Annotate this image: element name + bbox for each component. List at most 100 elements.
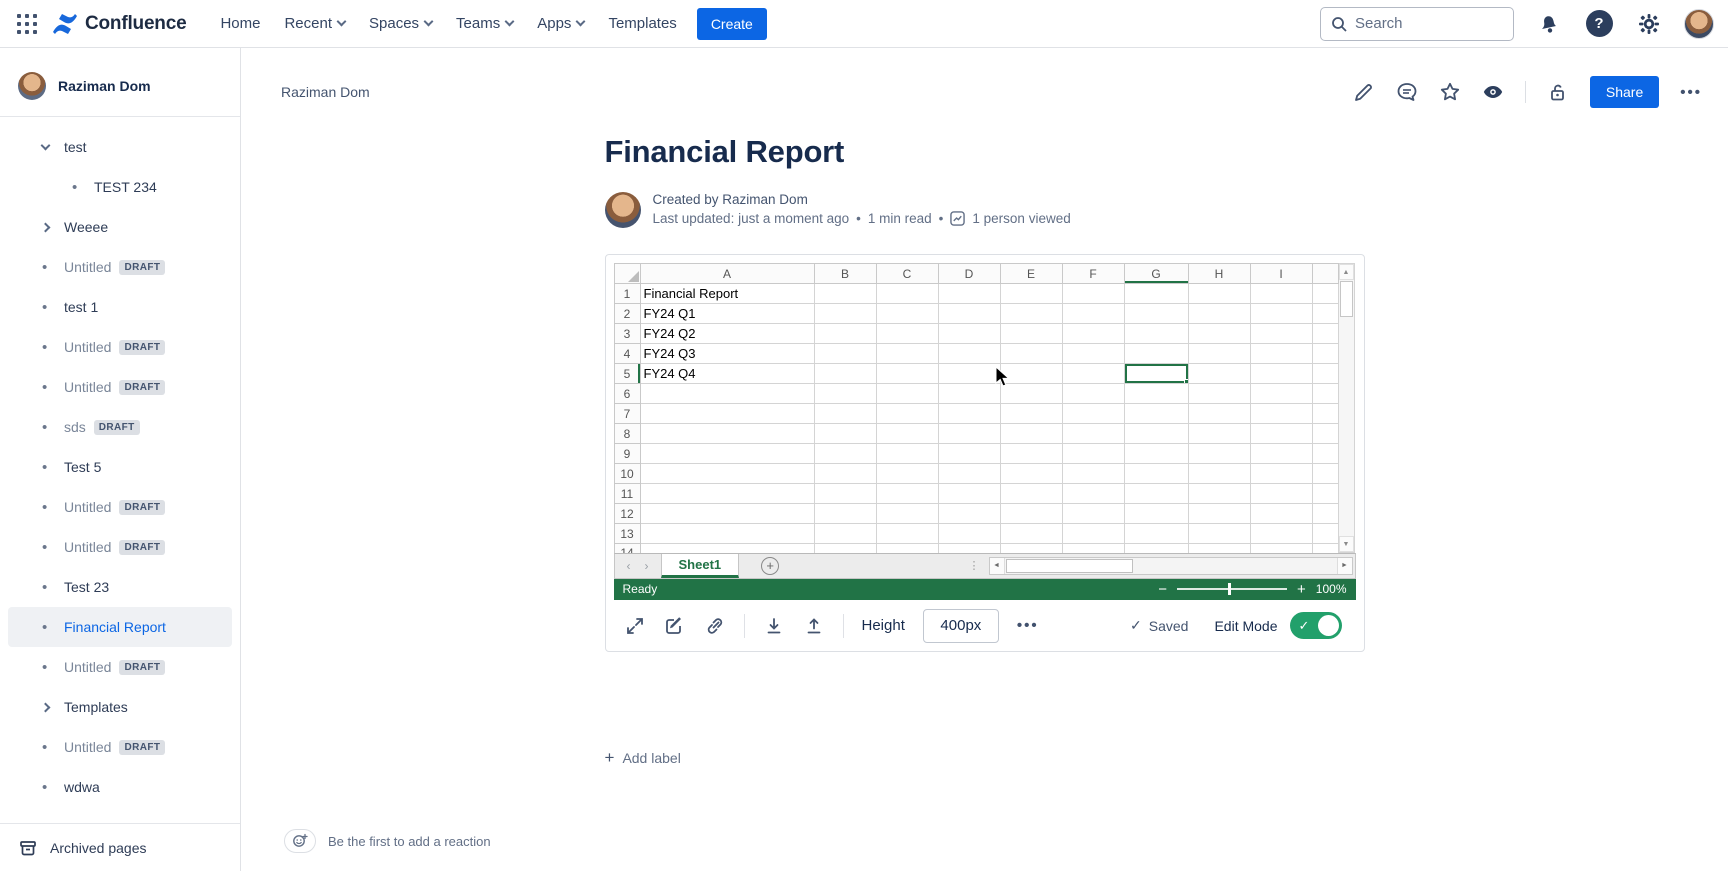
nav-item-apps[interactable]: Apps xyxy=(527,9,594,38)
nav-item-recent[interactable]: Recent xyxy=(274,9,355,38)
cell-E1[interactable] xyxy=(1000,284,1062,304)
cell-partial[interactable] xyxy=(1312,464,1338,484)
cell-I13[interactable] xyxy=(1250,524,1312,544)
cell-D2[interactable] xyxy=(938,304,1000,324)
cell-F2[interactable] xyxy=(1062,304,1124,324)
cell-D4[interactable] xyxy=(938,344,1000,364)
cell-G2[interactable] xyxy=(1124,304,1188,324)
cell-C13[interactable] xyxy=(876,524,938,544)
cell-I5[interactable] xyxy=(1250,364,1312,384)
add-sheet-icon[interactable]: + xyxy=(761,557,779,575)
sidebar-item-test[interactable]: test xyxy=(8,127,232,167)
zoom-out-icon[interactable]: − xyxy=(1158,582,1167,597)
chevron-right-icon[interactable] xyxy=(41,702,51,712)
cell-A13[interactable] xyxy=(640,524,814,544)
cell-I12[interactable] xyxy=(1250,504,1312,524)
cell-C4[interactable] xyxy=(876,344,938,364)
cell-D1[interactable] xyxy=(938,284,1000,304)
row-header-6[interactable]: 6 xyxy=(614,384,640,404)
cell-D13[interactable] xyxy=(938,524,1000,544)
cell-B5[interactable] xyxy=(814,364,876,384)
settings-icon[interactable] xyxy=(1634,9,1664,39)
cell-partial[interactable] xyxy=(1312,304,1338,324)
edit-file-icon[interactable] xyxy=(664,615,686,637)
row-header-5[interactable]: 5 xyxy=(614,364,640,384)
cell-F11[interactable] xyxy=(1062,484,1124,504)
cell-H4[interactable] xyxy=(1188,344,1250,364)
create-button[interactable]: Create xyxy=(697,8,767,40)
expand-icon[interactable] xyxy=(624,615,646,637)
cell-B11[interactable] xyxy=(814,484,876,504)
cell-D11[interactable] xyxy=(938,484,1000,504)
cell-C1[interactable] xyxy=(876,284,938,304)
cell-E12[interactable] xyxy=(1000,504,1062,524)
cell-E7[interactable] xyxy=(1000,404,1062,424)
scroll-right-icon[interactable]: ► xyxy=(1337,558,1352,574)
row-header-9[interactable]: 9 xyxy=(614,444,640,464)
edit-mode-toggle[interactable]: ✓ xyxy=(1290,612,1342,639)
nav-item-teams[interactable]: Teams xyxy=(446,9,523,38)
cell-A8[interactable] xyxy=(640,424,814,444)
cell-G5[interactable] xyxy=(1124,364,1188,384)
more-actions-icon[interactable]: ••• xyxy=(1680,84,1702,101)
created-by[interactable]: Created by Raziman Dom xyxy=(653,192,1071,207)
scroll-up-icon[interactable]: ▲ xyxy=(1339,264,1354,280)
cell-I8[interactable] xyxy=(1250,424,1312,444)
column-header-E[interactable]: E xyxy=(1000,264,1062,284)
cell-C5[interactable] xyxy=(876,364,938,384)
cell-F9[interactable] xyxy=(1062,444,1124,464)
cell-F1[interactable] xyxy=(1062,284,1124,304)
zoom-slider[interactable] xyxy=(1177,588,1287,590)
cell-I4[interactable] xyxy=(1250,344,1312,364)
cell-E13[interactable] xyxy=(1000,524,1062,544)
cell-partial[interactable] xyxy=(1312,424,1338,444)
embed-more-icon[interactable]: ••• xyxy=(1017,617,1039,634)
cell-C8[interactable] xyxy=(876,424,938,444)
cell-D12[interactable] xyxy=(938,504,1000,524)
add-reaction-icon[interactable] xyxy=(284,829,316,853)
cell-E6[interactable] xyxy=(1000,384,1062,404)
cell-B13[interactable] xyxy=(814,524,876,544)
row-header-13[interactable]: 13 xyxy=(614,524,640,544)
cell-F12[interactable] xyxy=(1062,504,1124,524)
last-updated[interactable]: Last updated: just a moment ago xyxy=(653,211,850,226)
column-header-A[interactable]: A xyxy=(640,264,814,284)
column-header-B[interactable]: B xyxy=(814,264,876,284)
fill-handle[interactable] xyxy=(1184,379,1189,384)
sidebar-item-financial-report[interactable]: •Financial Report xyxy=(8,607,232,647)
cell-partial[interactable] xyxy=(1312,284,1338,304)
cell-E5[interactable] xyxy=(1000,364,1062,384)
cell-partial[interactable] xyxy=(1312,364,1338,384)
cell-A11[interactable] xyxy=(640,484,814,504)
cell-A5[interactable]: FY24 Q4 xyxy=(640,364,814,384)
select-all-corner[interactable] xyxy=(614,264,640,284)
unlock-icon[interactable] xyxy=(1547,81,1569,103)
cell-partial[interactable] xyxy=(1312,384,1338,404)
tabbar-resize-handle[interactable]: ⋮ xyxy=(969,559,981,572)
cell-I3[interactable] xyxy=(1250,324,1312,344)
cell-E2[interactable] xyxy=(1000,304,1062,324)
cell-partial[interactable] xyxy=(1312,484,1338,504)
cell-E3[interactable] xyxy=(1000,324,1062,344)
cell-I9[interactable] xyxy=(1250,444,1312,464)
cell-G7[interactable] xyxy=(1124,404,1188,424)
next-sheet-icon[interactable]: › xyxy=(645,559,649,573)
cell-A7[interactable] xyxy=(640,404,814,424)
sidebar-item-untitled[interactable]: •UntitledDRAFT xyxy=(8,367,232,407)
search-box[interactable] xyxy=(1320,7,1514,41)
cell-G6[interactable] xyxy=(1124,384,1188,404)
cell-I7[interactable] xyxy=(1250,404,1312,424)
row-header-12[interactable]: 12 xyxy=(614,504,640,524)
sidebar-item-untitled[interactable]: •UntitledDRAFT xyxy=(8,527,232,567)
help-icon[interactable]: ? xyxy=(1584,9,1614,39)
cell-D8[interactable] xyxy=(938,424,1000,444)
cell-G10[interactable] xyxy=(1124,464,1188,484)
cell-F7[interactable] xyxy=(1062,404,1124,424)
share-button[interactable]: Share xyxy=(1590,76,1659,108)
sidebar-item-untitled[interactable]: •UntitledDRAFT xyxy=(8,247,232,287)
column-header-H[interactable]: H xyxy=(1188,264,1250,284)
cell-F5[interactable] xyxy=(1062,364,1124,384)
comments-icon[interactable] xyxy=(1396,81,1418,103)
cell-B12[interactable] xyxy=(814,504,876,524)
cell-B6[interactable] xyxy=(814,384,876,404)
